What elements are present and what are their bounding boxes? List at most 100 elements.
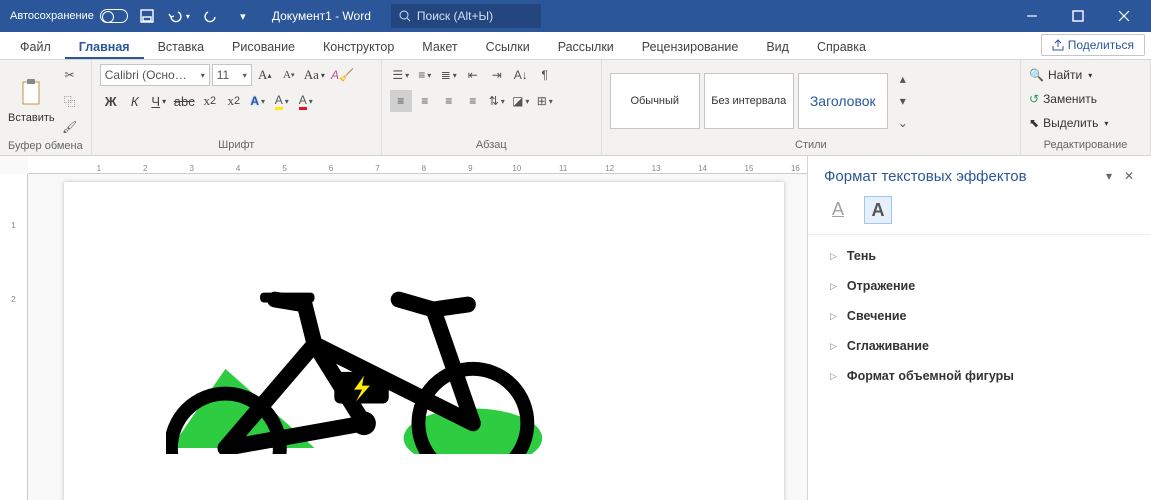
autosave-toggle[interactable]: Автосохранение: [10, 9, 128, 23]
tab-references[interactable]: Ссылки: [472, 34, 544, 59]
document-title: Документ1 - Word: [272, 9, 371, 23]
tab-help[interactable]: Справка: [803, 34, 880, 59]
minimize-button[interactable]: [1009, 0, 1055, 32]
group-paragraph: ☰▾ ≡▾ ≣▾ ⇤ ⇥ A↓ ¶ ≡ ≡ ≡ ≡ ⇅▾ ◪▾ ⊞▾ Абзац: [382, 60, 602, 155]
justify-icon[interactable]: ≡: [462, 90, 484, 112]
tab-home[interactable]: Главная: [65, 34, 144, 59]
find-button[interactable]: 🔍Найти▾: [1029, 64, 1092, 86]
underline-button[interactable]: Ч▾: [148, 90, 170, 112]
tab-view[interactable]: Вид: [752, 34, 803, 59]
superscript-button[interactable]: x2: [223, 90, 245, 112]
styles-scroll-up-icon[interactable]: ▴: [892, 68, 914, 90]
save-icon[interactable]: [134, 3, 160, 29]
styles-expand-icon[interactable]: ⌄: [892, 112, 914, 134]
numbering-icon[interactable]: ≡▾: [414, 64, 436, 86]
pane-close-icon[interactable]: ✕: [1119, 166, 1139, 186]
tab-design[interactable]: Конструктор: [309, 34, 408, 59]
tab-file[interactable]: Файл: [6, 34, 65, 59]
vertical-ruler[interactable]: 12: [0, 174, 28, 500]
decrease-indent-icon[interactable]: ⇤: [462, 64, 484, 86]
group-font: Calibri (Осно…▾ 11▾ A▴ A▾ Aa▾ A🧹 Ж К Ч▾ …: [92, 60, 382, 155]
select-icon: ⬉: [1029, 116, 1039, 130]
ribbon: Вставить ✂ ⿻ 🖌 Буфер обмена Calibri (Осн…: [0, 60, 1151, 156]
style-normal[interactable]: Обычный: [610, 73, 700, 129]
font-color-icon[interactable]: A▾: [295, 90, 317, 112]
tab-layout[interactable]: Макет: [408, 34, 471, 59]
title-bar: Автосохранение ▾ ▾ Документ1 - Word Поис…: [0, 0, 1151, 32]
style-nospacing[interactable]: Без интервала: [704, 73, 794, 129]
bullets-icon[interactable]: ☰▾: [390, 64, 412, 86]
paste-icon[interactable]: [17, 78, 45, 108]
tab-insert[interactable]: Вставка: [144, 34, 218, 59]
line-spacing-icon[interactable]: ⇅▾: [486, 90, 508, 112]
search-placeholder: Поиск (Alt+Ы): [417, 9, 493, 23]
qat-customize-icon[interactable]: ▾: [230, 3, 256, 29]
replace-button[interactable]: ↺Заменить: [1029, 88, 1097, 110]
chevron-down-icon: ▾: [186, 12, 190, 21]
horizontal-ruler[interactable]: 12345678910111213141516: [28, 156, 807, 174]
pane-title: Формат текстовых эффектов: [824, 168, 1099, 185]
style-heading1[interactable]: Заголовок: [798, 73, 888, 129]
ribbon-tabs: Файл Главная Вставка Рисование Конструкт…: [0, 32, 1151, 60]
shrink-font-icon[interactable]: A▾: [278, 64, 300, 86]
subscript-button[interactable]: x2: [199, 90, 221, 112]
italic-button[interactable]: К: [124, 90, 146, 112]
paste-label[interactable]: Вставить: [8, 112, 55, 124]
close-button[interactable]: [1101, 0, 1147, 32]
text-fill-tab-icon[interactable]: A: [824, 196, 852, 224]
text-effects-icon[interactable]: A▾: [247, 90, 269, 112]
page[interactable]: [64, 182, 784, 500]
replace-icon: ↺: [1029, 92, 1039, 106]
format-painter-icon[interactable]: 🖌: [59, 116, 81, 138]
group-label-styles: Стили: [610, 137, 1012, 153]
pane-item-reflection[interactable]: Отражение: [808, 271, 1151, 301]
tab-draw[interactable]: Рисование: [218, 34, 309, 59]
tab-review[interactable]: Рецензирование: [628, 34, 753, 59]
font-family-select[interactable]: Calibri (Осно…▾: [100, 64, 210, 86]
tab-mailings[interactable]: Рассылки: [544, 34, 628, 59]
editor-pane[interactable]: 12345678910111213141516 12: [0, 156, 807, 500]
autosave-label: Автосохранение: [10, 10, 94, 22]
multilevel-icon[interactable]: ≣▾: [438, 64, 460, 86]
ebike-image: [166, 254, 562, 454]
document-area: 12345678910111213141516 12 Формат тексто…: [0, 156, 1151, 500]
share-label: Поделиться: [1068, 38, 1134, 52]
show-marks-icon[interactable]: ¶: [534, 64, 556, 86]
borders-icon[interactable]: ⊞▾: [534, 90, 556, 112]
select-button[interactable]: ⬉Выделить▾: [1029, 112, 1108, 134]
share-button[interactable]: Поделиться: [1041, 34, 1145, 56]
increase-indent-icon[interactable]: ⇥: [486, 64, 508, 86]
copy-icon[interactable]: ⿻: [59, 90, 81, 112]
align-right-icon[interactable]: ≡: [438, 90, 460, 112]
shading-icon[interactable]: ◪▾: [510, 90, 532, 112]
clear-format-icon[interactable]: A🧹: [329, 64, 356, 86]
cut-icon[interactable]: ✂: [59, 64, 81, 86]
redo-icon[interactable]: [198, 3, 224, 29]
group-styles: Обычный Без интервала Заголовок ▴ ▾ ⌄ Ст…: [602, 60, 1021, 155]
align-left-icon[interactable]: ≡: [390, 90, 412, 112]
group-label-editing: Редактирование: [1029, 137, 1142, 153]
pane-item-shadow[interactable]: Тень: [808, 241, 1151, 271]
pane-options-icon[interactable]: ▾: [1099, 166, 1119, 186]
grow-font-icon[interactable]: A▴: [254, 64, 276, 86]
search-icon: [399, 10, 411, 22]
pane-item-glow[interactable]: Свечение: [808, 301, 1151, 331]
find-icon: 🔍: [1029, 68, 1044, 82]
sort-icon[interactable]: A↓: [510, 64, 532, 86]
highlight-icon[interactable]: A▾: [271, 90, 293, 112]
group-clipboard: Вставить ✂ ⿻ 🖌 Буфер обмена: [0, 60, 92, 155]
bold-button[interactable]: Ж: [100, 90, 122, 112]
search-box[interactable]: Поиск (Alt+Ы): [391, 4, 541, 28]
undo-icon[interactable]: ▾: [166, 3, 192, 29]
pane-item-3dformat[interactable]: Формат объемной фигуры: [808, 361, 1151, 391]
group-label-paragraph: Абзац: [390, 137, 593, 153]
styles-scroll-down-icon[interactable]: ▾: [892, 90, 914, 112]
group-editing: 🔍Найти▾ ↺Заменить ⬉Выделить▾ Редактирова…: [1021, 60, 1151, 155]
font-size-select[interactable]: 11▾: [212, 64, 252, 86]
strike-button[interactable]: abc: [172, 90, 197, 112]
align-center-icon[interactable]: ≡: [414, 90, 436, 112]
pane-item-soft[interactable]: Сглаживание: [808, 331, 1151, 361]
maximize-button[interactable]: [1055, 0, 1101, 32]
text-effects-tab-icon[interactable]: A: [864, 196, 892, 224]
change-case-icon[interactable]: Aa▾: [302, 64, 327, 86]
